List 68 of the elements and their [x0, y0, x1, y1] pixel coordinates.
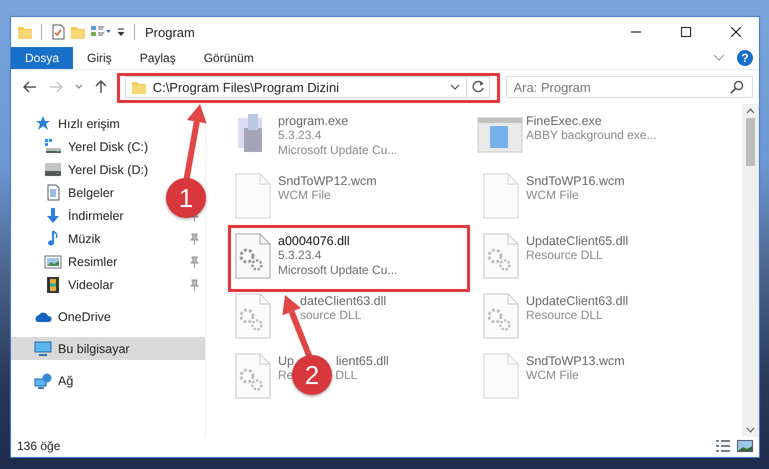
- sidebar-item[interactable]: Hızlı erişim: [34, 115, 120, 132]
- address-path[interactable]: C:\Program Files\Program Dizini: [152, 80, 340, 94]
- search-field[interactable]: Ara: Program: [506, 76, 753, 98]
- item-count: 136 öğe: [17, 439, 60, 453]
- up-arrow-icon[interactable]: [94, 80, 107, 94]
- sidebar-item[interactable]: Ağ: [34, 372, 74, 389]
- sidebar-item[interactable]: Müzik: [44, 230, 101, 247]
- file-detail: ABBY background exe...: [526, 128, 657, 142]
- ribbon-tab[interactable]: Giriş: [73, 47, 126, 69]
- file-detail: source DLL: [300, 308, 362, 322]
- file-detail: 5.3.23.4: [278, 128, 322, 142]
- large-icons-view-icon[interactable]: [737, 439, 753, 453]
- network-icon: [34, 372, 52, 389]
- file-detail: Microsoft Update Cu...: [278, 263, 398, 277]
- file-name: lient65.dll: [336, 354, 389, 368]
- back-arrow-icon[interactable]: [23, 81, 37, 93]
- scrollbar-thumb[interactable]: [746, 118, 755, 166]
- sidebar-item[interactable]: İndirmeler: [44, 207, 124, 224]
- file-name: SndToWP13.wcm: [526, 354, 625, 368]
- window-title: Program: [145, 24, 195, 40]
- sidebar-item[interactable]: Resimler: [44, 253, 118, 270]
- file-name: a0004076.dll: [278, 234, 350, 248]
- sidebar-item[interactable]: Yerel Disk (D:): [44, 161, 148, 178]
- file-detail: Resource DLL: [526, 248, 603, 262]
- sidebar-item[interactable]: Videolar: [44, 276, 114, 293]
- file-name: Up: [278, 354, 294, 368]
- picture-frame-icon: [44, 253, 62, 270]
- search-icon[interactable]: [730, 80, 744, 94]
- address-bar[interactable]: C:\Program Files\Program Dizini: [124, 76, 490, 98]
- caret-icon[interactable]: [74, 84, 83, 90]
- folder-icon: [130, 79, 147, 95]
- sidebar-item[interactable]: Belgeler: [44, 184, 114, 201]
- drive-icon: [44, 138, 62, 155]
- chevron-down-icon[interactable]: [713, 54, 725, 62]
- sidebar-item[interactable]: Yerel Disk (C:): [44, 138, 148, 155]
- drive-icon: [44, 161, 62, 178]
- scroll-up-icon[interactable]: [746, 108, 755, 114]
- file-detail: Microsoft Update Cu...: [278, 143, 398, 157]
- ribbon-tab[interactable]: Paylaş: [126, 47, 190, 69]
- close-icon: [731, 27, 741, 37]
- star-icon: [34, 115, 52, 132]
- file-detail: Resource DLL: [526, 308, 603, 322]
- file-name: UpdateClient65.dll: [526, 234, 628, 248]
- monitor-icon: [34, 340, 52, 357]
- file-detail: DLL: [335, 368, 358, 382]
- refresh-icon: [471, 80, 486, 94]
- file-detail: WCM File: [526, 368, 579, 382]
- maximize-icon: [681, 27, 691, 37]
- caret-icon[interactable]: [450, 84, 460, 90]
- ribbon-tab[interactable]: Dosya: [11, 47, 74, 69]
- file-name: UpdateClient63.dll: [526, 294, 628, 308]
- file-name: program.exe: [278, 114, 348, 128]
- file-name: SndToWP12.wcm: [278, 174, 377, 188]
- sidebar-item[interactable]: OneDrive: [34, 308, 111, 325]
- file-name: FineExec.exe: [526, 114, 602, 128]
- file-detail: WCM File: [526, 188, 579, 202]
- scroll-down-icon[interactable]: [746, 427, 755, 433]
- help-button[interactable]: ?: [737, 50, 753, 66]
- ribbon-tab[interactable]: Görünüm: [190, 47, 268, 69]
- sidebar-item[interactable]: Bu bilgisayar: [34, 340, 130, 357]
- checkmark-document-icon[interactable]: [50, 24, 66, 40]
- down-arrow-icon: [44, 207, 62, 224]
- file-detail: 5.3.23.4: [278, 248, 322, 262]
- file-detail: WCM File: [278, 188, 331, 202]
- file-name: SndToWP16.wcm: [526, 174, 625, 188]
- details-view-icon[interactable]: [715, 439, 731, 453]
- film-icon: [44, 276, 62, 293]
- file-name: dateClient63.dll: [300, 294, 386, 308]
